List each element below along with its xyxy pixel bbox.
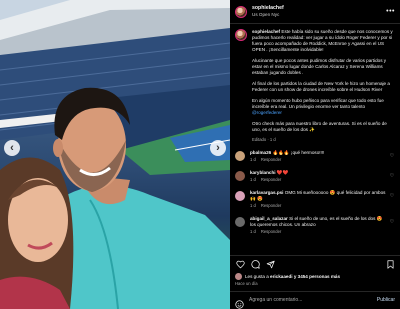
bookmark-icon[interactable] bbox=[385, 259, 395, 269]
comment-icon[interactable] bbox=[250, 259, 260, 269]
reply-button[interactable]: Responder bbox=[261, 157, 282, 162]
comment-heart-icon[interactable]: ♡ bbox=[389, 219, 395, 225]
comment-heart-icon[interactable]: ♡ bbox=[389, 193, 395, 199]
reply-button[interactable]: Responder bbox=[261, 229, 282, 234]
publish-button[interactable]: Publicar bbox=[377, 297, 395, 303]
caption: sophielachef Este había sido su sueño de… bbox=[235, 29, 395, 143]
likes-suffix[interactable]: y 3454 personas más bbox=[294, 274, 340, 279]
caption-avatar[interactable] bbox=[235, 29, 247, 41]
comment-item: pbalma26 🔥🔥🔥 ¡qué hermoso!!!! 1 d Respond… bbox=[235, 150, 395, 163]
caption-paragraph-2: Alucinante que pocos antes pudimos disfr… bbox=[252, 58, 387, 75]
caption-paragraph-3: Al final de los partidos la ciudad de Ne… bbox=[252, 81, 390, 92]
comment-item: abigail_a_salazar Si el sueño de uno, es… bbox=[235, 216, 395, 235]
reply-button[interactable]: Responder bbox=[261, 203, 282, 208]
comment-text: 🔥🔥🔥 ¡qué hermoso!!!! bbox=[272, 150, 325, 155]
liker-avatar bbox=[235, 272, 242, 280]
post-username[interactable]: sophielachef bbox=[252, 5, 284, 11]
next-photo-button[interactable]: › bbox=[210, 140, 226, 156]
comment-avatar[interactable] bbox=[235, 151, 245, 161]
comment-item: karlavargas.psi OMG Mi sueñoooooo 😍 qué … bbox=[235, 190, 395, 209]
comment-time: 1 d bbox=[250, 177, 256, 182]
comment-avatar[interactable] bbox=[235, 171, 245, 181]
comment-avatar[interactable] bbox=[235, 217, 245, 227]
comment-heart-icon[interactable]: ♡ bbox=[389, 173, 395, 179]
comment-time: 1 d bbox=[250, 157, 256, 162]
caption-paragraph-4: En algún momento hubo peñisco para verif… bbox=[252, 98, 384, 109]
caption-edited: Editado · 1 d bbox=[252, 137, 276, 142]
comment-item: karyblanchi ❤️❤️ 1 d Responder ♡ bbox=[235, 170, 395, 183]
post-header: sophielachef Us Open Nyc ••• bbox=[230, 0, 400, 24]
post-details-panel: sophielachef Us Open Nyc ••• sophielache… bbox=[230, 0, 400, 309]
share-icon[interactable] bbox=[265, 259, 275, 269]
comments-scroll-area[interactable]: sophielachef Este había sido su sueño de… bbox=[230, 26, 400, 254]
comment-username[interactable]: pbalma26 bbox=[250, 150, 271, 155]
post-photo: ‹ › bbox=[0, 0, 230, 309]
comment-avatar[interactable] bbox=[235, 191, 245, 201]
emoji-icon[interactable] bbox=[235, 296, 244, 309]
avatar[interactable] bbox=[235, 5, 247, 18]
post-footer: Les gusta a erickaaedi y 3454 personas m… bbox=[230, 255, 400, 309]
comment-username[interactable]: karlavargas.psi bbox=[250, 190, 283, 195]
caption-username[interactable]: sophielachef bbox=[252, 29, 280, 34]
comment-username[interactable]: karyblanchi bbox=[250, 170, 276, 175]
comment-heart-icon[interactable]: ♡ bbox=[389, 153, 395, 159]
caption-paragraph-5: Otro check más para nuestro libro de ave… bbox=[252, 121, 387, 132]
likes-user[interactable]: erickaaedi bbox=[270, 274, 292, 279]
comment-time: 1 d bbox=[250, 203, 256, 208]
reply-button[interactable]: Responder bbox=[261, 177, 282, 182]
add-comment-bar: Agrega un comentario... Publicar bbox=[230, 291, 400, 309]
heart-icon[interactable] bbox=[235, 259, 245, 269]
comment-text: ❤️❤️ bbox=[276, 170, 289, 175]
likes-summary[interactable]: Les gusta a erickaaedi y 3454 personas m… bbox=[235, 272, 395, 280]
mention-link[interactable]: @rogerfederer bbox=[252, 110, 282, 115]
stadium-selfie-image bbox=[0, 0, 230, 309]
comment-input[interactable]: Agrega un comentario... bbox=[249, 297, 302, 303]
previous-photo-button[interactable]: ‹ bbox=[4, 140, 20, 156]
post-location[interactable]: Us Open Nyc bbox=[252, 12, 284, 18]
likes-prefix: Les gusta a bbox=[245, 273, 269, 279]
post-date: Hace un día bbox=[235, 281, 258, 286]
more-icon[interactable]: ••• bbox=[386, 8, 395, 15]
action-bar bbox=[235, 256, 395, 272]
comment-username[interactable]: abigail_a_salazar bbox=[250, 216, 288, 221]
comment-time: 1 d bbox=[250, 229, 256, 234]
